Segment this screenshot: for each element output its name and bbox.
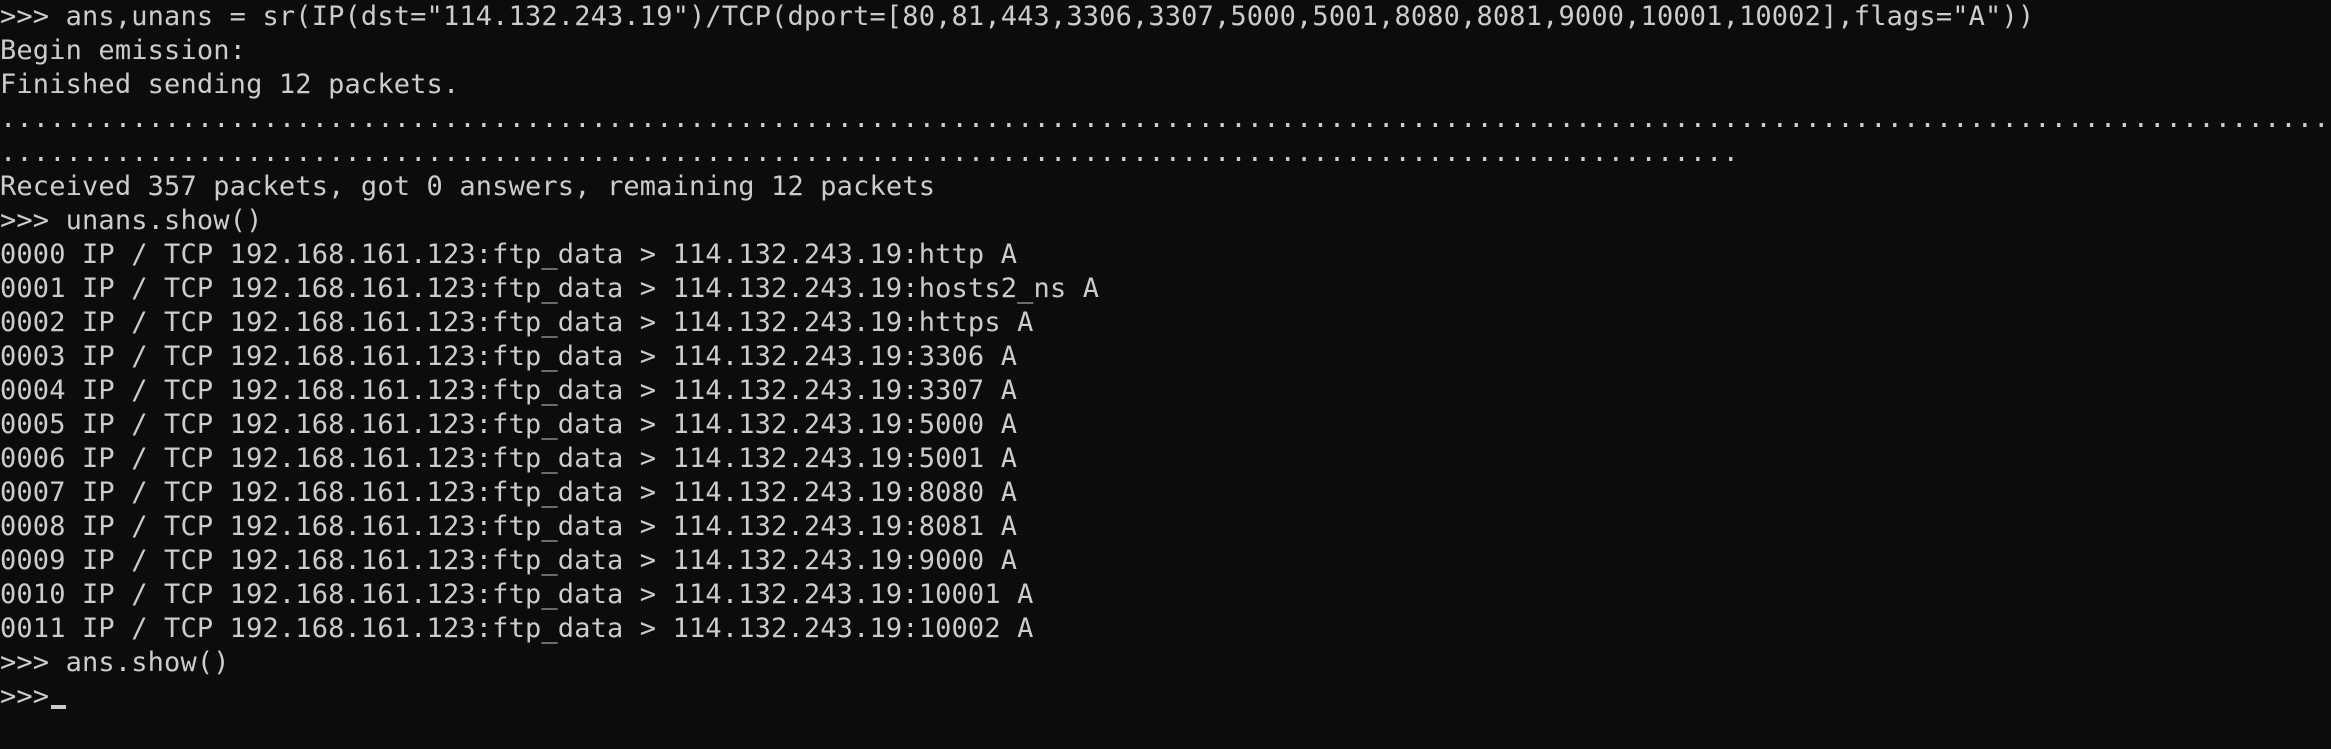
packet-row: 0006 IP / TCP 192.168.161.123:ftp_data >… [0,443,1018,474]
packet-row: 0008 IP / TCP 192.168.161.123:ftp_data >… [0,511,1018,542]
output-progress-dots-2: ........................................… [0,137,1739,168]
active-prompt-line[interactable]: >>> [0,680,2331,714]
output-begin-emission: Begin emission: [0,35,247,66]
text-cursor [51,705,67,709]
packet-row: 0002 IP / TCP 192.168.161.123:ftp_data >… [0,307,1034,338]
packet-row: 0000 IP / TCP 192.168.161.123:ftp_data >… [0,239,1018,270]
packet-row: 0005 IP / TCP 192.168.161.123:ftp_data >… [0,409,1018,440]
command-line-sr: >>> ans,unans = sr(IP(dst="114.132.243.1… [0,1,2035,32]
command-line-ans-show: >>> ans.show() [0,647,230,678]
command-line-unans-show: >>> unans.show() [0,205,263,236]
terminal-console[interactable]: >>> ans,unans = sr(IP(dst="114.132.243.1… [0,0,2331,749]
prompt-marker: >>> [0,681,50,712]
packet-row: 0003 IP / TCP 192.168.161.123:ftp_data >… [0,341,1018,372]
packet-row: 0011 IP / TCP 192.168.161.123:ftp_data >… [0,613,1034,644]
output-received-summary: Received 357 packets, got 0 answers, rem… [0,171,936,202]
output-progress-dots-1: ........................................… [0,103,2331,134]
packet-row: 0001 IP / TCP 192.168.161.123:ftp_data >… [0,273,1100,304]
output-finished-sending: Finished sending 12 packets. [0,69,460,100]
packet-row: 0004 IP / TCP 192.168.161.123:ftp_data >… [0,375,1018,406]
packet-row: 0010 IP / TCP 192.168.161.123:ftp_data >… [0,579,1034,610]
packet-row: 0007 IP / TCP 192.168.161.123:ftp_data >… [0,477,1018,508]
packet-row: 0009 IP / TCP 192.168.161.123:ftp_data >… [0,545,1018,576]
